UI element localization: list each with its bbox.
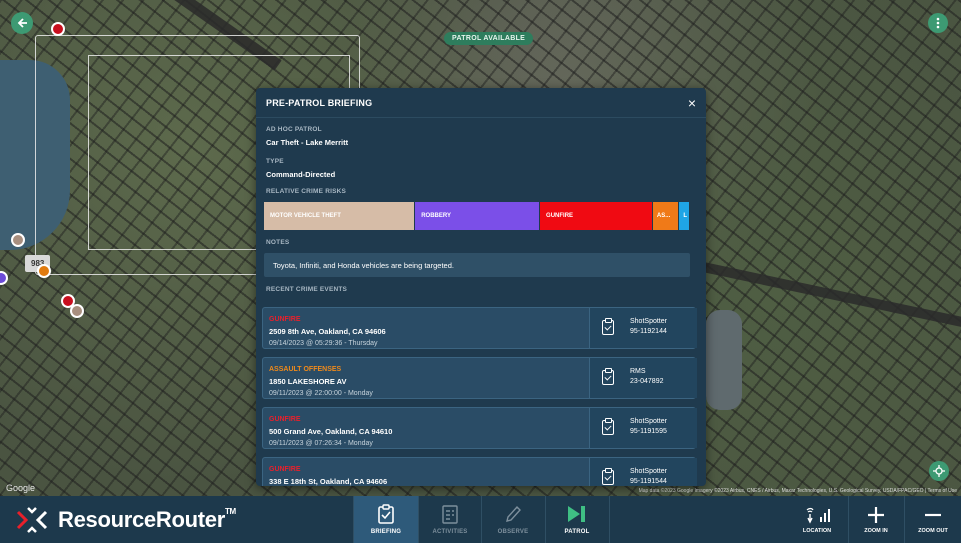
event-source[interactable]: RMS 23-047892 xyxy=(589,358,697,398)
ad-hoc-patrol-value: Car Theft - Lake Merritt xyxy=(266,138,349,147)
event-type: ASSAULT OFFENSES xyxy=(269,366,342,373)
crime-pin[interactable] xyxy=(11,233,25,247)
reservoir-water xyxy=(706,310,742,410)
event-type: GUNFIRE xyxy=(269,466,301,473)
source-id: 23-047892 xyxy=(630,378,664,385)
crime-pin[interactable] xyxy=(51,22,65,36)
type-value: Command-Directed xyxy=(266,170,336,179)
event-type: GUNFIRE xyxy=(269,316,301,323)
pencil-icon xyxy=(506,505,521,522)
event-address: 500 Grand Ave, Oakland, CA 94610 xyxy=(269,427,393,436)
crime-event-card[interactable]: GUNFIRE 338 E 18th St, Oakland, CA 94606… xyxy=(262,457,697,486)
zoom-out-button[interactable]: ZOOM OUT xyxy=(905,496,961,543)
risk-segment[interactable]: ROBBERY xyxy=(415,202,541,230)
back-arrow-icon[interactable] xyxy=(11,12,33,34)
activities-label: ACTIVITIES xyxy=(432,529,468,535)
source-id: 95-1192144 xyxy=(630,328,667,335)
divider xyxy=(609,496,610,543)
event-address: 1850 LAKESHORE AV xyxy=(269,377,347,386)
location-button[interactable]: LOCATION xyxy=(796,496,838,543)
locate-me-icon[interactable] xyxy=(929,461,949,481)
event-source[interactable]: ShotSpotter 95-1191595 xyxy=(589,408,697,448)
unit-pin[interactable] xyxy=(37,264,51,278)
zoom-out-label: ZOOM OUT xyxy=(918,527,948,534)
risk-segment[interactable]: MOTOR VEHICLE THEFT xyxy=(264,202,416,230)
patrol-button[interactable]: PATROL xyxy=(545,496,609,543)
crime-event-card[interactable]: GUNFIRE 2509 8th Ave, Oakland, CA 94606 … xyxy=(262,307,697,349)
briefing-icon xyxy=(378,504,394,524)
more-options-icon[interactable] xyxy=(928,13,948,33)
location-signal-icon xyxy=(806,507,830,524)
source-id: 95-1191595 xyxy=(630,428,667,435)
crime-event-card[interactable]: GUNFIRE 500 Grand Ave, Oakland, CA 94610… xyxy=(262,407,697,449)
source-name: RMS xyxy=(630,368,646,375)
resourcerouter-logo: ResourceRouterTM xyxy=(14,504,236,536)
risk-segment[interactable]: GUNFIRE xyxy=(540,202,653,230)
close-icon[interactable]: × xyxy=(688,96,696,110)
relative-crime-risks-label: RELATIVE CRIME RISKS xyxy=(266,188,347,195)
minus-icon xyxy=(925,513,941,516)
observe-label: OBSERVE xyxy=(497,529,529,535)
crime-risk-bar: MOTOR VEHICLE THEFT ROBBERY GUNFIRE AS... L xyxy=(264,202,690,230)
clipboard-check-icon xyxy=(602,418,614,435)
pre-patrol-briefing-dialog: PRE-PATROL BRIEFING × AD HOC PATROL Car … xyxy=(256,88,706,486)
location-label: LOCATION xyxy=(802,527,832,534)
event-source[interactable]: ShotSpotter 95-1191544 xyxy=(589,458,697,486)
source-id: 95-1191544 xyxy=(630,478,667,485)
map-attribution: Map data ©2023 Google Imagery ©2023 Airb… xyxy=(638,488,957,494)
google-logo: Google xyxy=(6,483,36,493)
clipboard-check-icon xyxy=(602,368,614,385)
source-name: ShotSpotter xyxy=(630,318,667,325)
dialog-title: PRE-PATROL BRIEFING xyxy=(266,97,373,108)
event-type: GUNFIRE xyxy=(269,416,301,423)
zoom-in-button[interactable]: ZOOM IN xyxy=(849,496,903,543)
event-address: 338 E 18th St, Oakland, CA 94606 xyxy=(269,477,388,486)
crime-pin[interactable] xyxy=(70,304,84,318)
event-datetime: 09/14/2023 @ 05:29:36 - Thursday xyxy=(269,340,378,347)
event-datetime: 09/11/2023 @ 07:26:34 - Monday xyxy=(269,440,373,447)
patrol-available-badge[interactable]: PATROL AVAILABLE xyxy=(444,32,534,45)
ad-hoc-patrol-label: AD HOC PATROL xyxy=(266,126,322,133)
clipboard-check-icon xyxy=(602,468,614,485)
notes-text: Toyota, Infiniti, and Honda vehicles are… xyxy=(264,253,690,277)
crime-event-card[interactable]: ASSAULT OFFENSES 1850 LAKESHORE AV 09/11… xyxy=(262,357,697,399)
zoom-in-label: ZOOM IN xyxy=(864,527,888,534)
recent-crime-events-label: RECENT CRIME EVENTS xyxy=(266,286,348,293)
activities-icon xyxy=(442,505,458,524)
crime-pin[interactable] xyxy=(0,271,8,285)
crime-events-list[interactable]: GUNFIRE 2509 8th Ave, Oakland, CA 94606 … xyxy=(256,302,706,486)
patrol-play-icon xyxy=(568,506,585,522)
dialog-header: PRE-PATROL BRIEFING × xyxy=(256,88,706,118)
event-address: 2509 8th Ave, Oakland, CA 94606 xyxy=(269,327,386,336)
activities-button[interactable]: ACTIVITIES xyxy=(418,496,482,543)
risk-segment[interactable]: L xyxy=(679,202,690,230)
patrol-label: PATROL xyxy=(564,529,590,535)
notes-label: NOTES xyxy=(266,239,290,246)
source-name: ShotSpotter xyxy=(630,468,667,475)
observe-button[interactable]: OBSERVE xyxy=(481,496,545,543)
clipboard-check-icon xyxy=(602,318,614,335)
plus-icon xyxy=(868,506,884,523)
bottom-toolbar: ResourceRouterTM BRIEFING ACTIVITIES OBS… xyxy=(0,496,961,543)
event-datetime: 09/11/2023 @ 22:00:00 - Monday xyxy=(269,390,373,397)
briefing-button[interactable]: BRIEFING xyxy=(354,496,418,543)
briefing-label: BRIEFING xyxy=(370,529,402,535)
logo-mark-icon xyxy=(14,504,50,536)
risk-segment[interactable]: AS... xyxy=(652,202,680,230)
brand-name: ResourceRouterTM xyxy=(58,507,236,532)
event-source[interactable]: ShotSpotter 95-1192144 xyxy=(589,308,697,348)
source-name: ShotSpotter xyxy=(630,418,667,425)
type-label: TYPE xyxy=(266,158,284,165)
